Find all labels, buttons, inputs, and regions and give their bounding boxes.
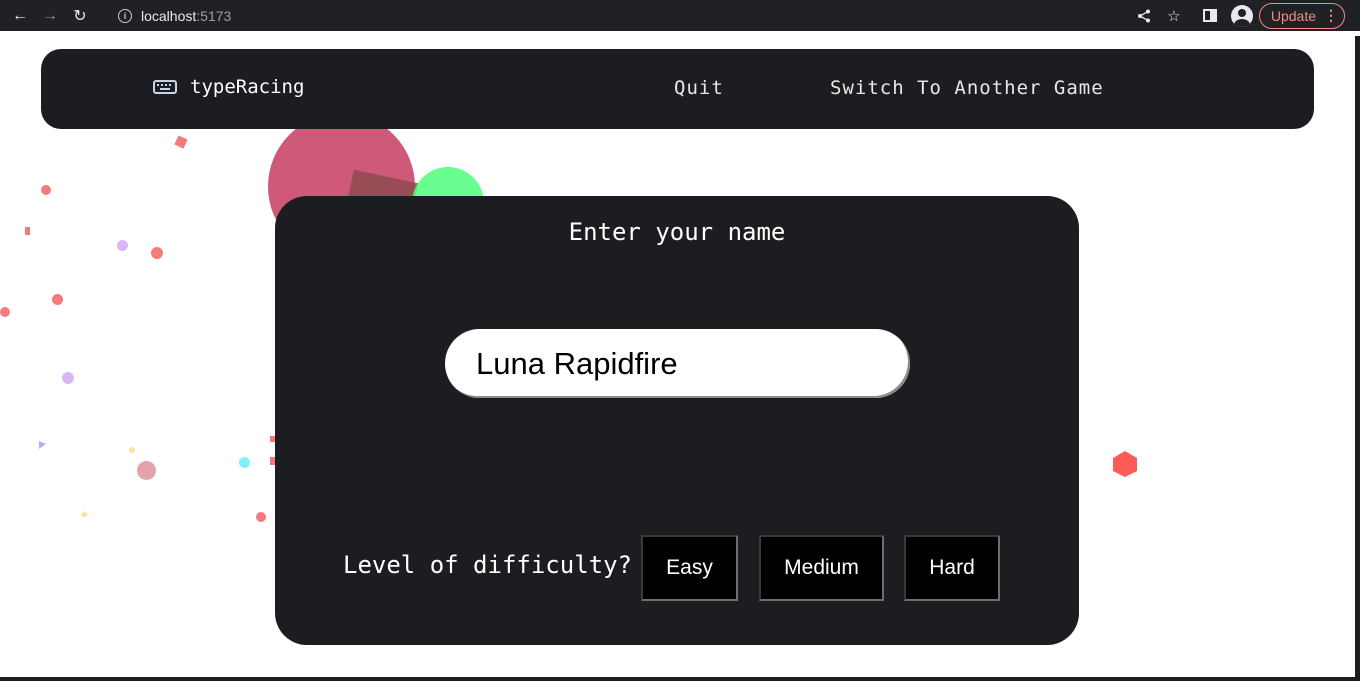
site-info-icon[interactable]: i bbox=[118, 8, 132, 23]
difficulty-easy-button[interactable]: Easy bbox=[641, 535, 738, 601]
confetti-dot bbox=[62, 372, 74, 384]
confetti-hexagon bbox=[1113, 451, 1137, 477]
url-host: localhost bbox=[141, 7, 197, 24]
player-name-input[interactable] bbox=[445, 329, 910, 398]
quit-link[interactable]: Quit bbox=[674, 77, 724, 99]
url-port: :5173 bbox=[196, 7, 232, 24]
update-label: Update bbox=[1270, 7, 1316, 24]
difficulty-label: Level of difficulty? bbox=[343, 551, 632, 579]
confetti-dot bbox=[41, 185, 51, 195]
side-panel-icon[interactable] bbox=[1195, 1, 1225, 31]
window-right-edge bbox=[1355, 36, 1360, 681]
confetti-dot bbox=[0, 307, 10, 317]
confetti-dot bbox=[151, 247, 163, 259]
url-text[interactable]: localhost:5173 bbox=[141, 8, 231, 24]
confetti-triangle bbox=[39, 441, 46, 449]
bookmark-star-icon[interactable]: ☆ bbox=[1159, 1, 1189, 31]
confetti-dot bbox=[117, 240, 128, 251]
card-title: Enter your name bbox=[568, 218, 786, 246]
confetti-dot bbox=[80, 510, 89, 519]
share-icon[interactable] bbox=[1129, 1, 1159, 31]
brand-name: typeRacing bbox=[190, 76, 305, 98]
window-bottom-edge bbox=[0, 677, 1360, 681]
profile-avatar[interactable] bbox=[1230, 4, 1253, 27]
page-viewport: typeRacing Quit Switch To Another Game E… bbox=[0, 36, 1355, 677]
confetti-square-small bbox=[174, 135, 188, 149]
confetti-dot bbox=[52, 294, 63, 305]
forward-icon[interactable]: → bbox=[35, 1, 65, 31]
switch-game-link[interactable]: Switch To Another Game bbox=[830, 77, 1104, 99]
keyboard-icon bbox=[153, 80, 177, 94]
brand-logo[interactable]: typeRacing bbox=[153, 76, 304, 98]
browser-toolbar: ← → ↻ i localhost:5173 ☆ Update ⋮ bbox=[0, 0, 1360, 31]
back-icon[interactable]: ← bbox=[5, 1, 35, 31]
reload-icon[interactable]: ↻ bbox=[65, 1, 95, 31]
address-bar[interactable]: i localhost:5173 bbox=[106, 2, 1254, 29]
top-navbar: typeRacing Quit Switch To Another Game bbox=[41, 49, 1314, 129]
difficulty-medium-button[interactable]: Medium bbox=[759, 535, 884, 601]
more-menu-icon[interactable]: ⋮ bbox=[1324, 7, 1338, 24]
confetti-dot bbox=[25, 227, 30, 235]
name-entry-card: Enter your name Level of difficulty? Eas… bbox=[275, 196, 1079, 645]
update-button[interactable]: Update ⋮ bbox=[1258, 2, 1345, 29]
confetti-dot bbox=[239, 457, 250, 468]
confetti-dot bbox=[256, 512, 266, 522]
confetti-circle-pink bbox=[137, 461, 156, 480]
confetti-dot bbox=[129, 447, 135, 453]
difficulty-hard-button[interactable]: Hard bbox=[904, 535, 1000, 601]
